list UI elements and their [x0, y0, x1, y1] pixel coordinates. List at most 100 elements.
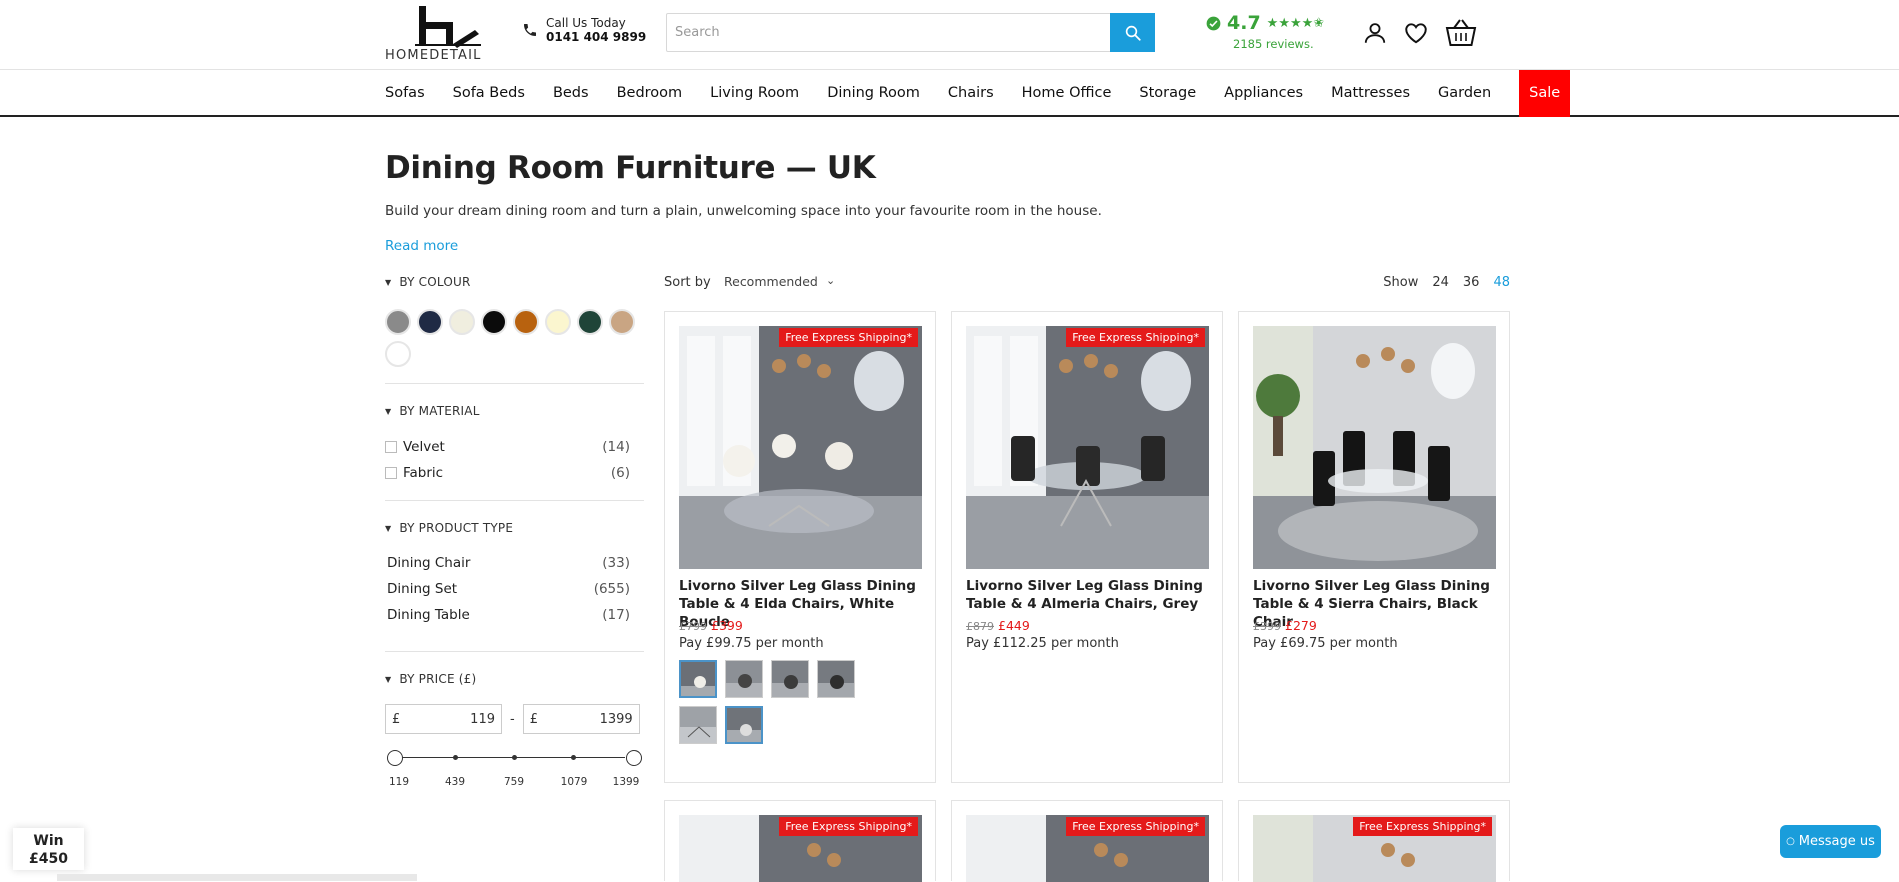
checkbox[interactable] — [385, 441, 397, 453]
show-per-page: Show 24 36 48 — [1383, 275, 1510, 290]
search-input[interactable] — [675, 14, 1105, 51]
nav-item-sofa-beds[interactable]: Sofa Beds — [453, 70, 525, 117]
filter-colour-header[interactable]: ▼ BY COLOUR — [385, 275, 644, 289]
call-number[interactable]: 0141 404 9899 — [546, 30, 646, 44]
free-shipping-badge: Free Express Shipping* — [779, 817, 918, 836]
price-tick: 759 — [503, 776, 525, 788]
price-tick: 1399 — [612, 776, 640, 788]
product-card[interactable]: Free Express Shipping* — [1238, 800, 1510, 882]
currency-symbol: £ — [529, 711, 538, 727]
filter-option-dining-table[interactable]: Dining Table (17) — [385, 607, 630, 633]
nav-item-sofas[interactable]: Sofas — [385, 70, 425, 117]
reviews-widget[interactable]: 4.7 ★★★★✬ 2185 reviews. — [1206, 12, 1324, 51]
colour-swatch[interactable] — [449, 309, 475, 335]
message-us-label: Message us — [1798, 834, 1875, 849]
thumbnail[interactable] — [817, 660, 855, 698]
nav-item-storage[interactable]: Storage — [1139, 70, 1196, 117]
filter-option-label: Dining Table — [387, 607, 470, 623]
nav-item-bedroom[interactable]: Bedroom — [617, 70, 683, 117]
colour-swatch[interactable] — [609, 309, 635, 335]
page-description: Build your dream dining room and turn a … — [385, 203, 1102, 219]
old-price: £879 — [966, 620, 994, 633]
filter-option-dining-chair[interactable]: Dining Chair (33) — [385, 555, 630, 581]
product-card[interactable]: Free Express Shipping* Livorno Silver Le… — [951, 311, 1223, 783]
slider-min-handle[interactable] — [387, 750, 403, 766]
slider-track — [395, 757, 625, 758]
wishlist-heart-icon[interactable] — [1403, 20, 1429, 50]
price-range-slider[interactable] — [385, 748, 642, 768]
nav-item-chairs[interactable]: Chairs — [948, 70, 994, 117]
colour-swatch[interactable] — [481, 309, 507, 335]
nav-item-mattresses[interactable]: Mattresses — [1331, 70, 1410, 117]
filter-option-count: (655) — [593, 581, 630, 597]
monthly-price: Pay £112.25 per month — [966, 636, 1119, 651]
call-label: Call Us Today — [546, 16, 626, 30]
price-min-input[interactable]: £119 — [385, 704, 502, 734]
basket-icon[interactable] — [1444, 18, 1478, 52]
show-option-36[interactable]: 36 — [1463, 275, 1480, 290]
nav-item-sale[interactable]: Sale — [1519, 70, 1571, 117]
filters-sidebar: ▼ BY COLOUR ▼ BY MATERIAL Velvet (14) Fabr… — [385, 275, 644, 790]
product-card[interactable]: Free Express Shipping* Livorno Silver Le… — [664, 311, 936, 783]
product-card[interactable]: Free Express Shipping* — [664, 800, 936, 882]
win-line-1: Win — [33, 833, 64, 849]
logo-mark-icon — [415, 6, 481, 48]
thumbnail[interactable] — [725, 706, 763, 744]
sort-select[interactable]: Recommended — [724, 274, 818, 289]
filter-option-velvet[interactable]: Velvet (14) — [385, 434, 630, 460]
product-card[interactable]: Livorno Silver Leg Glass Dining Table & … — [1238, 311, 1510, 783]
filter-option-count: (6) — [610, 465, 630, 481]
nav-item-home-office[interactable]: Home Office — [1022, 70, 1112, 117]
filter-price-header[interactable]: ▼ BY PRICE (£) — [385, 672, 644, 686]
product-image[interactable] — [1253, 326, 1496, 569]
read-more-link[interactable]: Read more — [385, 238, 458, 254]
site-header: HOMEDETAIL Call Us Today 0141 404 9899 4… — [0, 0, 1899, 70]
colour-swatch[interactable] — [385, 309, 411, 335]
call-us[interactable]: Call Us Today 0141 404 9899 — [522, 16, 646, 44]
nav-item-appliances[interactable]: Appliances — [1224, 70, 1303, 117]
product-image[interactable]: Free Express Shipping* — [966, 815, 1209, 882]
product-image[interactable]: Free Express Shipping* — [966, 326, 1209, 569]
caret-down-icon: ▼ — [385, 277, 392, 287]
search-button[interactable] — [1110, 13, 1155, 52]
thumbnail[interactable] — [771, 660, 809, 698]
product-image[interactable]: Free Express Shipping* — [1253, 815, 1496, 882]
checkbox[interactable] — [385, 467, 397, 479]
nav-item-dining-room[interactable]: Dining Room — [827, 70, 920, 117]
colour-swatch[interactable] — [385, 341, 411, 367]
filter-option-dining-set[interactable]: Dining Set (655) — [385, 581, 630, 607]
product-card[interactable]: Free Express Shipping* — [951, 800, 1223, 882]
product-image[interactable]: Free Express Shipping* — [679, 326, 922, 569]
price-max-input[interactable]: £1399 — [522, 704, 640, 734]
message-us-button[interactable]: ○ Message us — [1780, 825, 1881, 858]
product-title[interactable]: Livorno Silver Leg Glass Dining Table & … — [966, 577, 1216, 613]
filter-product-type-header[interactable]: ▼ BY PRODUCT TYPE — [385, 521, 644, 535]
filter-material-header[interactable]: ▼ BY MATERIAL — [385, 404, 644, 418]
caret-down-icon: ▼ — [385, 406, 392, 416]
reviews-count[interactable]: 2185 reviews. — [1233, 37, 1324, 51]
nav-item-garden[interactable]: Garden — [1438, 70, 1491, 117]
nav-item-living-room[interactable]: Living Room — [710, 70, 799, 117]
chevron-down-icon[interactable]: ⌄ — [826, 274, 835, 287]
filter-option-fabric[interactable]: Fabric (6) — [385, 460, 630, 486]
thumbnail[interactable] — [725, 660, 763, 698]
colour-swatch[interactable] — [513, 309, 539, 335]
nav-item-beds[interactable]: Beds — [553, 70, 589, 117]
show-option-48[interactable]: 48 — [1493, 275, 1510, 290]
site-logo[interactable]: HOMEDETAIL — [385, 4, 495, 63]
slider-max-handle[interactable] — [626, 750, 642, 766]
show-option-24[interactable]: 24 — [1432, 275, 1449, 290]
colour-swatch[interactable] — [545, 309, 571, 335]
win-promo-button[interactable]: Win £450 — [13, 828, 84, 870]
rating-score: 4.7 — [1227, 12, 1261, 34]
chat-bubble-icon: ○ — [1786, 836, 1795, 847]
free-shipping-badge: Free Express Shipping* — [1066, 328, 1205, 347]
colour-swatch[interactable] — [417, 309, 443, 335]
slider-tick — [453, 755, 458, 760]
colour-swatch[interactable] — [577, 309, 603, 335]
product-image[interactable]: Free Express Shipping* — [679, 815, 922, 882]
thumbnail[interactable] — [679, 660, 717, 698]
account-icon[interactable] — [1362, 20, 1388, 50]
thumbnail[interactable] — [679, 706, 717, 744]
old-price: £799 — [679, 620, 707, 633]
